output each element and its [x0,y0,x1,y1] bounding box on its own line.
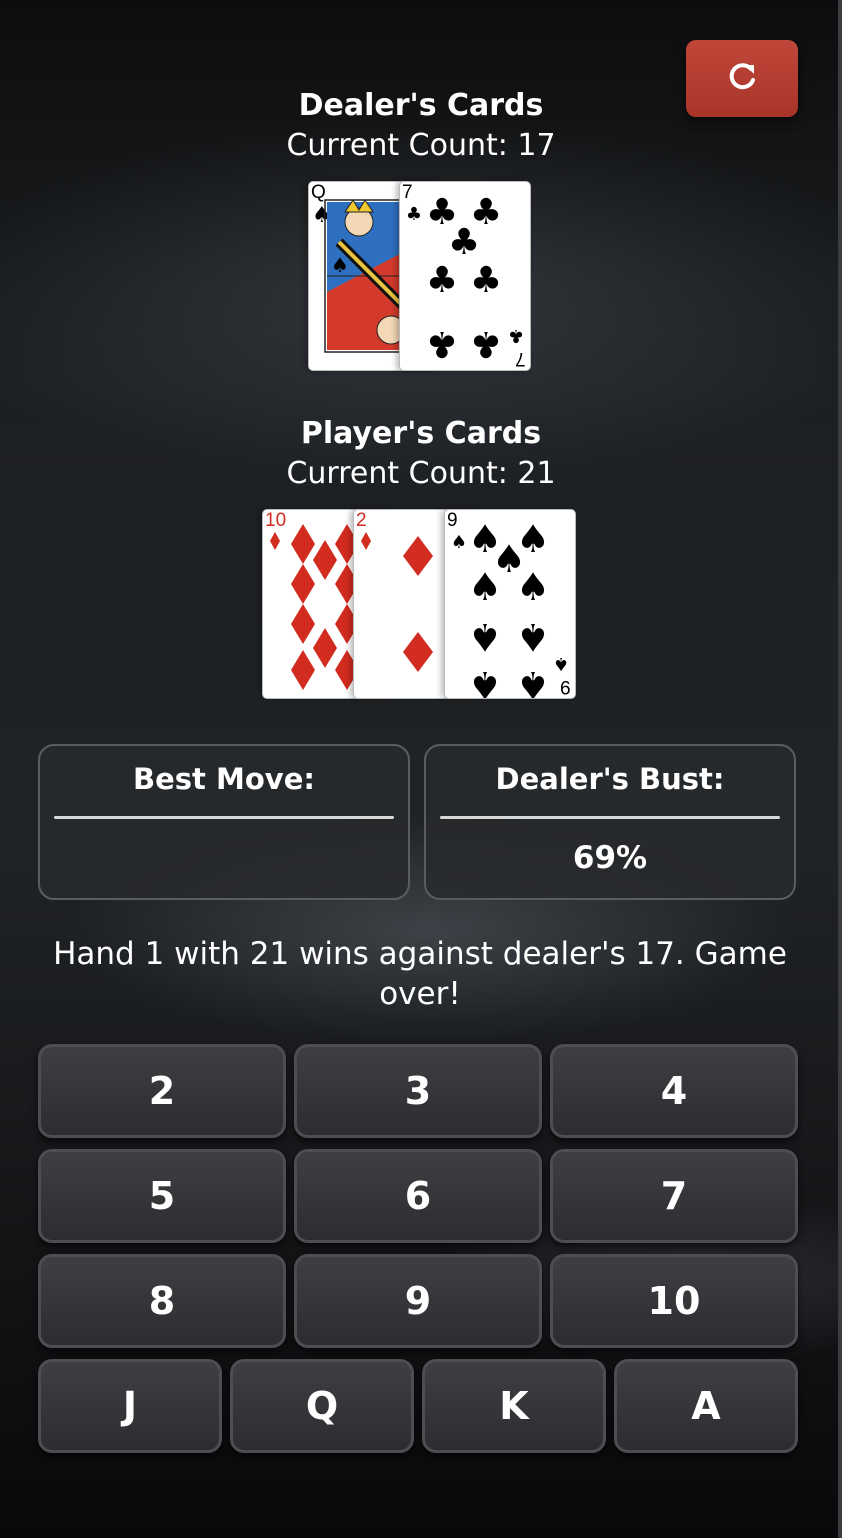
svg-text:♣: ♣ [470,323,502,364]
card-key-5[interactable]: 5 [38,1149,286,1243]
dealer-card-seven-clubs: 7 ♣ ♣ ♣ ♣ ♣ ♣ ♣ ♣ ♣ 7 [399,181,531,371]
card-rank: 10 [265,510,287,531]
svg-text:♣: ♣ [406,204,422,225]
dealer-bust-panel: Dealer's Bust: 69% [424,744,796,900]
card-rank-bottom: 7 [515,348,526,369]
divider [440,816,780,819]
best-move-panel: Best Move: [38,744,410,900]
dealer-cards-title: Dealer's Cards [298,88,544,123]
svg-text:♣: ♣ [508,325,524,346]
card-rank-bottom: 9 [560,676,571,697]
svg-text:♠: ♠ [468,615,502,659]
player-card-nine-spades: 9 ♠ ♠ ♠ ♠ ♠ ♠ ♠ ♠ ♠ ♠ ♠ 9 [444,509,576,699]
svg-text:♣: ♣ [426,323,458,364]
card-key-ace[interactable]: A [614,1359,798,1453]
card-key-2[interactable]: 2 [38,1044,286,1138]
svg-text:♠: ♠ [468,663,502,698]
game-result-message: Hand 1 with 21 wins against dealer's 17.… [53,936,787,1012]
card-rank: Q [311,182,326,203]
seven-clubs-face: ♣ ♣ ♣ ♣ ♣ ♣ ♣ ♣ ♣ [406,192,524,364]
card-key-6[interactable]: 6 [294,1149,542,1243]
svg-text:♠: ♠ [331,253,349,277]
card-rank: 2 [356,510,367,531]
svg-text:♠: ♠ [516,615,550,659]
card-key-3[interactable]: 3 [294,1044,542,1138]
dealer-bust-value: 69% [572,840,648,876]
card-key-7[interactable]: 7 [550,1149,798,1243]
player-count: Current Count: 21 [286,456,556,491]
svg-text:♣: ♣ [426,260,458,301]
card-key-8[interactable]: 8 [38,1254,286,1348]
svg-text:♠: ♠ [451,532,467,553]
svg-text:♣: ♣ [470,260,502,301]
player-hand: 10 2 9 ♠ ♠ ♠ ♠ ♠ ♠ ♠ ♠ ♠ ♠ ♠ 9 [262,509,576,699]
best-move-label: Best Move: [133,762,315,796]
divider [54,816,394,819]
dealer-bust-label: Dealer's Bust: [495,762,725,796]
window-edge [838,0,842,1538]
dealer-count: Current Count: 17 [286,128,556,163]
card-rank: 7 [402,182,413,203]
card-key-10[interactable]: 10 [550,1254,798,1348]
card-rank: 9 [447,510,458,531]
svg-text:♣: ♣ [448,222,480,263]
svg-text:♠: ♠ [516,565,550,609]
nine-spades-face: ♠ ♠ ♠ ♠ ♠ ♠ ♠ ♠ ♠ ♠ ♠ [451,517,569,698]
card-key-4[interactable]: 4 [550,1044,798,1138]
player-cards-title: Player's Cards [300,416,542,451]
dealer-hand: Q ♠ ♠ ♠ 7 ♣ ♣ ♣ ♣ ♣ ♣ [308,181,531,371]
card-key-king[interactable]: K [422,1359,606,1453]
card-key-jack[interactable]: J [38,1359,222,1453]
card-key-9[interactable]: 9 [294,1254,542,1348]
svg-text:♠: ♠ [516,663,550,698]
svg-text:♠: ♠ [553,653,569,674]
svg-text:♠: ♠ [468,565,502,609]
card-key-queen[interactable]: Q [230,1359,414,1453]
